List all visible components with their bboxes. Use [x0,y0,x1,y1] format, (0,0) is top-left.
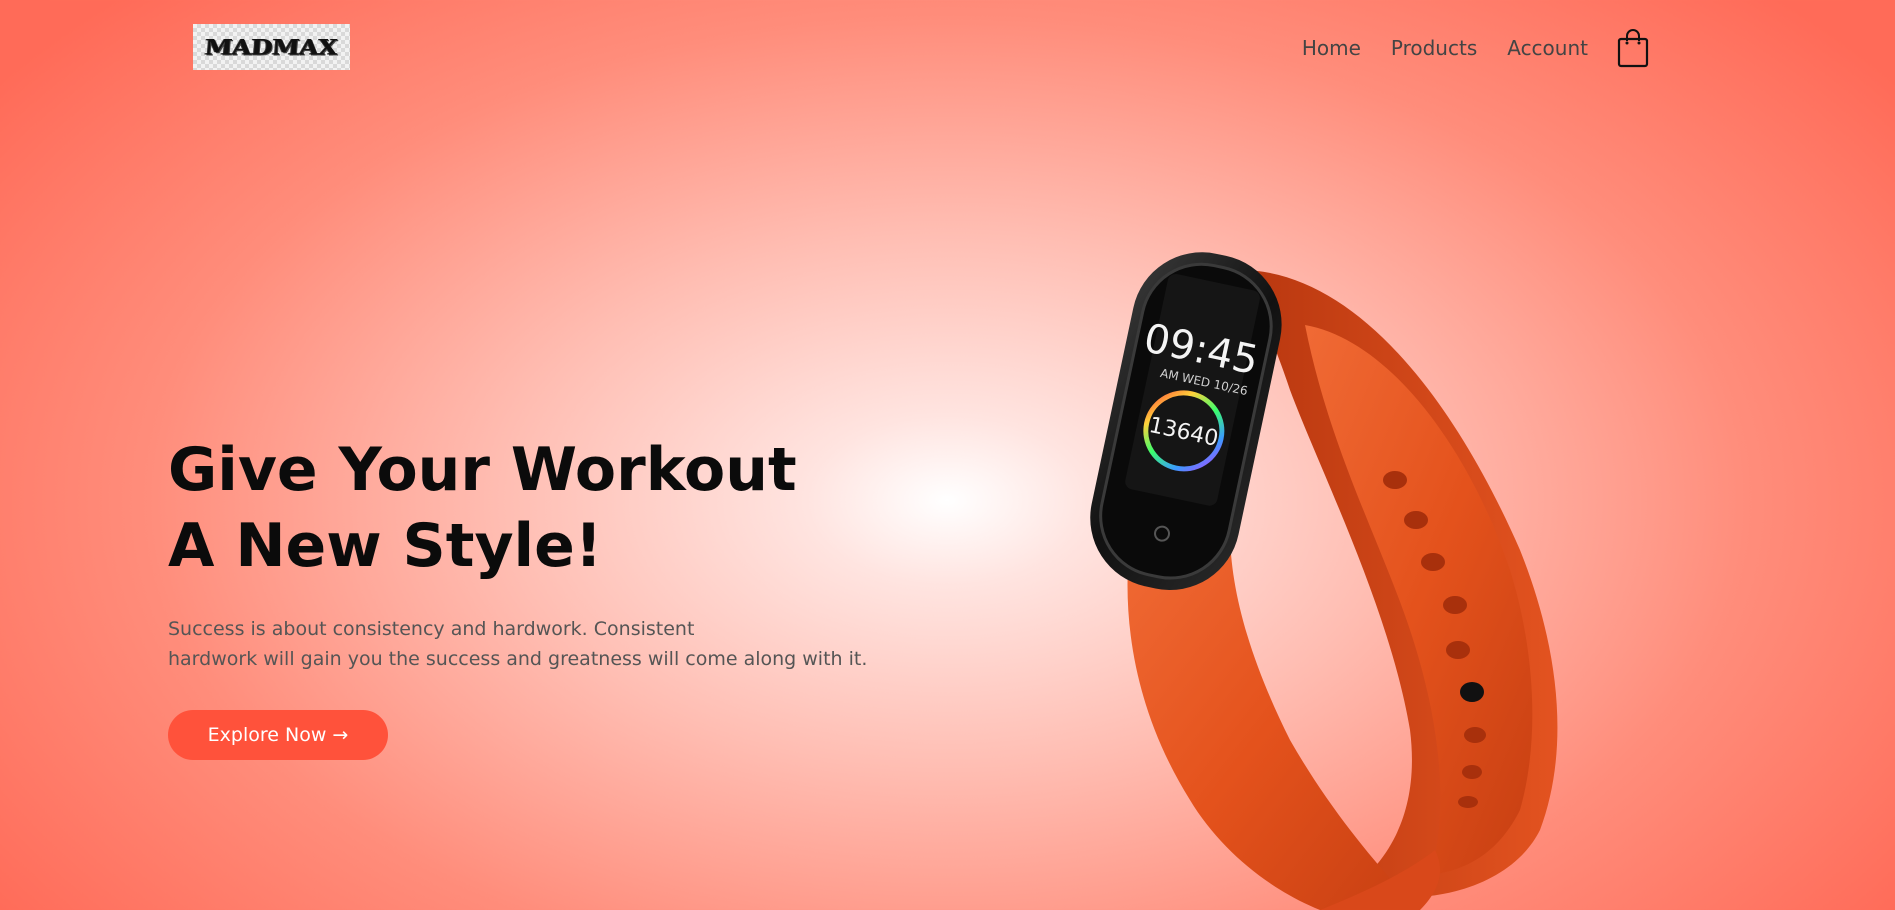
hero-description-line-2: hardwork will gain you the success and g… [168,648,868,670]
nav-link-account[interactable]: Account [1507,36,1588,60]
hero-headline-line-1: Give Your Workout [168,435,797,505]
hero-headline-line-2: A New Style! [168,511,603,581]
shopping-bag-icon[interactable] [1616,28,1650,68]
brand-logo-text: MADMAX [204,34,339,60]
hero-description-line-1: Success is about consistency and hardwor… [168,618,695,640]
nav-link-products[interactable]: Products [1391,36,1477,60]
hero-text: Give Your Workout A New Style! [168,432,797,584]
brand-logo[interactable]: MADMAX [193,24,350,70]
fitness-band-image: 09:45 AM WED 10/26 13640 [1090,250,1610,910]
explore-now-button[interactable]: Explore Now → [168,710,388,760]
hero-headline: Give Your Workout A New Style! [168,432,797,584]
nav-link-home[interactable]: Home [1302,36,1361,60]
nav-links: Home Products Account [1272,28,1650,68]
navbar: MADMAX Home Products Account [0,0,1895,100]
hero-description: Success is about consistency and hardwor… [168,614,928,674]
